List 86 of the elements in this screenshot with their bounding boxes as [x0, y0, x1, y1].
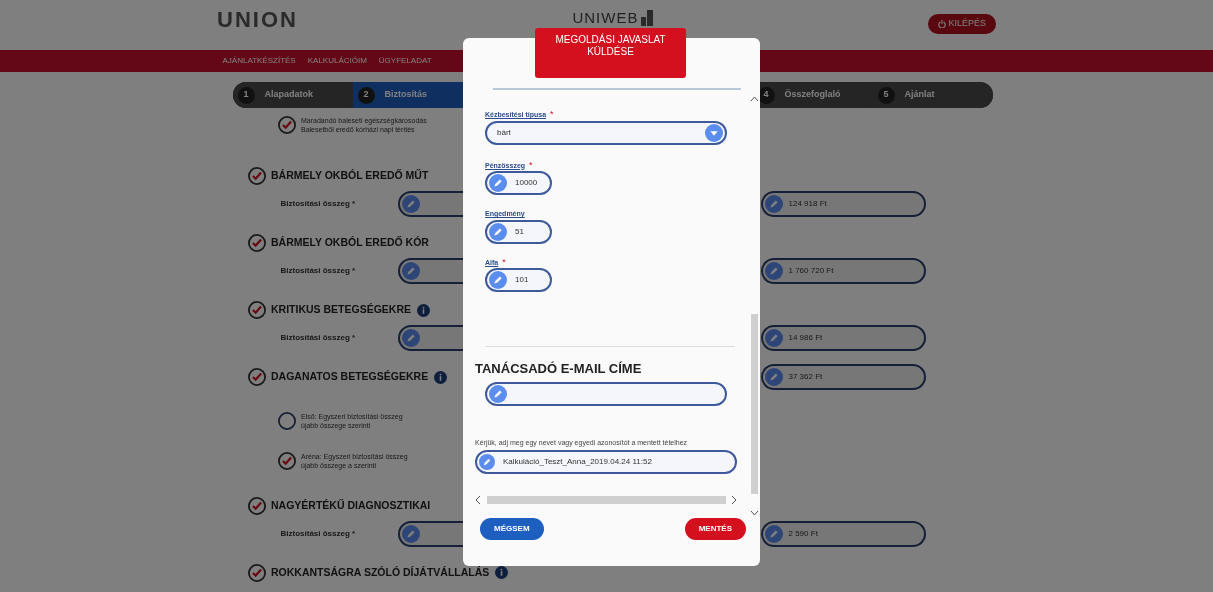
- checked-checkbox[interactable]: [277, 116, 296, 134]
- pencil-icon: [764, 524, 783, 543]
- field-label: Biztosítási összeg *: [279, 527, 357, 540]
- checked-checkbox[interactable]: [247, 563, 266, 582]
- step-label: Összefoglaló: [784, 88, 841, 102]
- scroll-up-icon[interactable]: [750, 96, 759, 102]
- dropdown-field[interactable]: bárt: [485, 120, 727, 145]
- checkbox[interactable]: [277, 412, 296, 431]
- amount-value: 37 362 Ft: [788, 371, 823, 384]
- checked-checkbox[interactable]: [277, 452, 296, 471]
- amount-value: 1 760 720 Ft: [788, 265, 834, 278]
- required-mark: *: [502, 257, 506, 267]
- dropdown-value: bárt: [497, 126, 511, 139]
- amount-value: 2 590 Ft: [788, 527, 818, 540]
- field-value: 51: [515, 225, 524, 238]
- building-icon: [641, 10, 654, 26]
- amount-field[interactable]: 37 362 Ft: [760, 364, 926, 391]
- required-mark: *: [550, 110, 554, 119]
- info-icon[interactable]: [494, 566, 508, 580]
- nav-link[interactable]: ÜGYFELADAT: [378, 55, 432, 67]
- field-label: Biztosítási összeg *: [279, 265, 357, 278]
- pencil-icon: [489, 174, 507, 192]
- pencil-icon: [764, 262, 783, 281]
- amount-field[interactable]: 2 590 Ft: [760, 520, 926, 547]
- cancel-button[interactable]: MÉGSEM: [480, 518, 544, 540]
- checked-checkbox[interactable]: [247, 167, 266, 186]
- nav-link[interactable]: AJÁNLATKÉSZÍTÉS: [222, 55, 296, 67]
- checked-checkbox[interactable]: [247, 234, 266, 253]
- input-field[interactable]: 10000: [485, 171, 552, 195]
- logout-button[interactable]: KILÉPÉS: [927, 14, 996, 34]
- amount-value: 124 918 Ft: [788, 198, 827, 211]
- step-number: 2: [357, 86, 375, 104]
- step-number: 1: [237, 86, 255, 104]
- checked-checkbox[interactable]: [247, 496, 266, 515]
- amount-value: 14 986 Ft: [788, 332, 823, 345]
- scroll-right-icon[interactable]: [731, 496, 737, 504]
- logo-text: UNIWEB: [572, 10, 639, 25]
- pencil-icon: [401, 262, 420, 281]
- info-icon[interactable]: [416, 303, 430, 317]
- input-field[interactable]: 51: [485, 219, 552, 244]
- section-title: ROKKANTSÁGRA SZÓLÓ DÍJÁTVÁLLALÁS: [271, 564, 490, 580]
- logo-text: UNION: [217, 9, 298, 31]
- pencil-icon: [489, 384, 507, 403]
- pencil-icon: [764, 195, 783, 214]
- amount-field[interactable]: 1 760 720 Ft: [760, 258, 926, 285]
- dropdown-icon[interactable]: [705, 123, 723, 142]
- section-title: BÁRMELY OKBÓL EREDŐ KÓR: [271, 235, 429, 251]
- modal-title: MEGOLDÁSI JAVASLAT KÜLDÉSE: [535, 28, 686, 78]
- pencil-icon: [479, 454, 495, 470]
- horizontal-scrollbar[interactable]: [486, 496, 726, 504]
- pencil-icon: [401, 329, 420, 348]
- field-value: Kalkuláció_Teszt_Anna_2019.04.24 11:52: [503, 456, 652, 468]
- section-title: DAGANATOS BETEGSÉGEKRE: [271, 369, 429, 385]
- pencil-icon: [764, 329, 783, 348]
- field-label: Biztosítási összeg *: [279, 198, 357, 211]
- pencil-icon: [489, 271, 507, 289]
- step-number: 5: [877, 86, 895, 104]
- step-label: Alapadatok: [264, 88, 313, 102]
- pencil-icon: [764, 368, 783, 387]
- checked-checkbox[interactable]: [247, 368, 266, 387]
- field-value: 101: [515, 274, 529, 286]
- field-label: Biztosítási összeg *: [279, 332, 357, 345]
- info-icon[interactable]: [433, 370, 447, 384]
- name-field[interactable]: Kalkuláció_Teszt_Anna_2019.04.24 11:52: [475, 450, 737, 474]
- section-title: KRITIKUS BETEGSÉGEKRE: [271, 302, 412, 318]
- field-value: 10000: [515, 177, 538, 189]
- section-heading: TANÁCSADÓ E-MAIL CÍME: [475, 360, 643, 378]
- power-icon: [937, 19, 946, 28]
- email-field[interactable]: [485, 381, 727, 406]
- step-label: Biztosítás: [384, 88, 427, 102]
- amount-field[interactable]: 124 918 Ft: [760, 191, 926, 218]
- section-title: NAGYÉRTÉKŰ DIAGNOSZTIKAI: [271, 497, 431, 513]
- pencil-icon: [401, 524, 420, 543]
- save-button[interactable]: MENTÉS: [684, 518, 746, 540]
- scroll-down-icon[interactable]: [750, 510, 759, 516]
- section-title: BÁRMELY OKBÓL EREDŐ MŰT: [271, 168, 429, 184]
- amount-field[interactable]: 14 986 Ft: [760, 325, 926, 352]
- pencil-icon: [401, 195, 420, 214]
- pencil-icon: [489, 222, 507, 241]
- input-field[interactable]: 101: [485, 268, 552, 292]
- checked-checkbox[interactable]: [247, 301, 266, 320]
- scroll-left-icon[interactable]: [475, 496, 481, 504]
- nav-link[interactable]: KALKULÁCIÓIM: [307, 55, 367, 67]
- required-mark: *: [529, 160, 533, 170]
- step-label: Ajánlat: [904, 88, 935, 102]
- scrollbar-thumb[interactable]: [751, 314, 758, 494]
